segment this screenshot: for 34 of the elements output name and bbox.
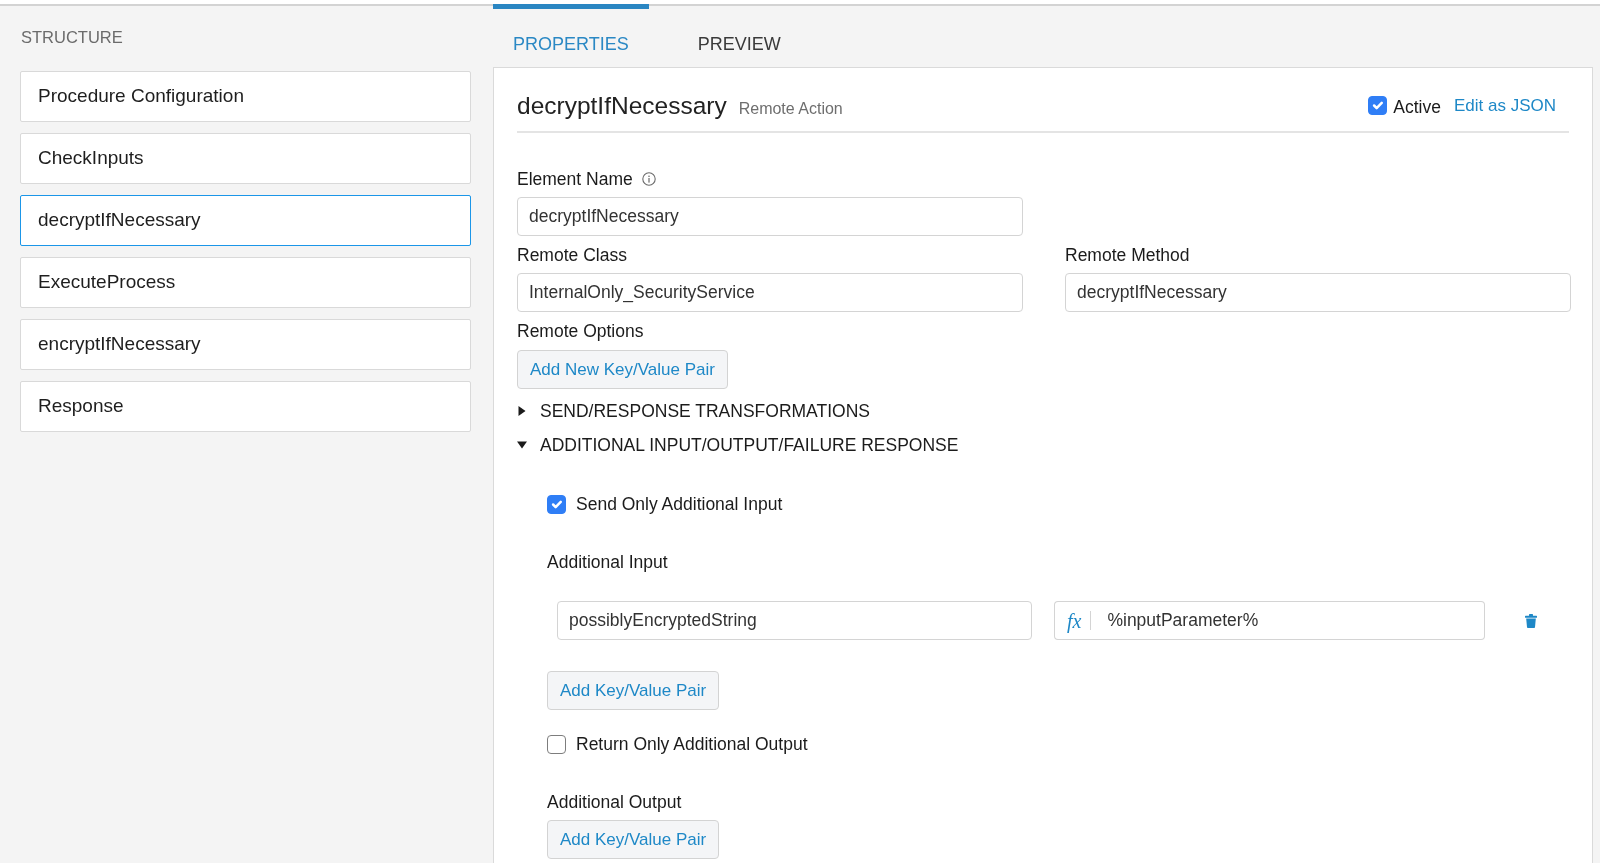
checkbox[interactable] — [1368, 96, 1388, 115]
input-field[interactable]: InternalOnly_SecurityService — [517, 273, 1023, 312]
field-label: Remote Method — [1065, 244, 1190, 266]
structure-item[interactable]: Response — [20, 381, 471, 432]
structure-item[interactable]: ExecuteProcess — [20, 257, 471, 308]
element-type: Remote Action — [738, 98, 843, 119]
field-label: Remote Options — [517, 320, 644, 342]
tab[interactable]: PREVIEW — [677, 4, 801, 67]
checkbox-label: Send Only Additional Input — [576, 493, 783, 515]
trash-icon[interactable] — [1525, 613, 1537, 628]
checkbox-label: Return Only Additional Output — [576, 733, 808, 755]
input-field[interactable]: possiblyEncryptedString — [557, 601, 1032, 640]
field-label: Element Name — [517, 168, 633, 190]
info-icon[interactable] — [641, 172, 656, 186]
input-field[interactable]: decryptIfNecessary — [517, 197, 1023, 236]
structure-item[interactable]: decryptIfNecessary — [20, 195, 471, 246]
section-toggle[interactable]: SEND/RESPONSE TRANSFORMATIONS — [517, 400, 870, 422]
element-title: decryptIfNecessary — [517, 90, 727, 121]
field-label: Additional Input — [547, 551, 668, 573]
structure-item[interactable]: CheckInputs — [20, 133, 471, 184]
structure-item[interactable]: Procedure Configuration — [20, 71, 471, 122]
structure-item[interactable]: encryptIfNecessary — [20, 319, 471, 370]
field-label: Additional Output — [547, 791, 682, 813]
checkbox[interactable] — [547, 734, 566, 754]
add-pair-button[interactable]: Add New Key/Value Pair — [517, 350, 728, 389]
checkbox[interactable] — [547, 494, 566, 514]
input-field[interactable]: decryptIfNecessary — [1065, 273, 1571, 312]
add-pair-button[interactable]: Add Key/Value Pair — [547, 671, 720, 710]
edit-json-link[interactable]: Edit as JSON — [1453, 92, 1556, 119]
field-label: Remote Class — [517, 244, 627, 266]
checkbox-label: Active — [1393, 96, 1441, 120]
section-toggle[interactable]: ADDITIONAL INPUT/OUTPUT/FAILURE RESPONSE — [517, 434, 959, 456]
add-pair-button[interactable]: Add Key/Value Pair — [547, 820, 720, 859]
panel-heading: STRUCTURE — [21, 27, 123, 48]
